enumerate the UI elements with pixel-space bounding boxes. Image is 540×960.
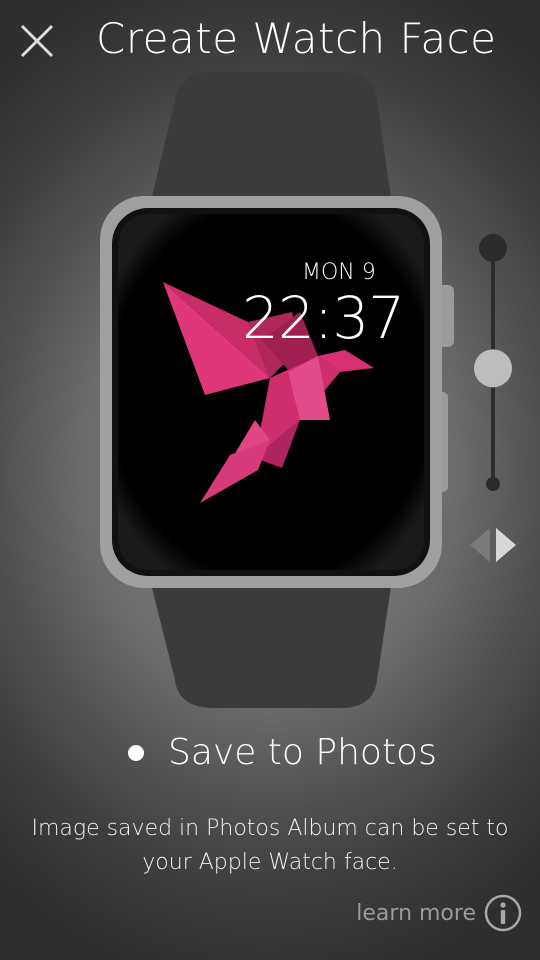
info-icon xyxy=(484,894,522,932)
learn-more-link[interactable]: learn more xyxy=(356,894,522,932)
watch-date: MON 9 xyxy=(302,260,376,285)
save-to-photos-button[interactable]: Save to Photos xyxy=(128,732,437,773)
zoom-slider[interactable] xyxy=(472,228,514,498)
watch-band-top xyxy=(150,72,392,205)
watch-band-bottom xyxy=(150,580,392,708)
zoom-min-icon xyxy=(486,477,500,491)
zoom-slider-thumb xyxy=(474,349,512,388)
watch-time: 22:37 xyxy=(242,284,405,352)
bullet-dot-icon xyxy=(128,744,144,761)
save-description: Image saved in Photos Album can be set t… xyxy=(31,816,509,875)
left-right-arrows-icon[interactable] xyxy=(466,526,520,564)
save-to-photos-label: Save to Photos xyxy=(168,732,437,773)
learn-more-label: learn more xyxy=(356,900,476,926)
watch-preview xyxy=(100,72,454,708)
zoom-max-icon xyxy=(479,234,507,262)
